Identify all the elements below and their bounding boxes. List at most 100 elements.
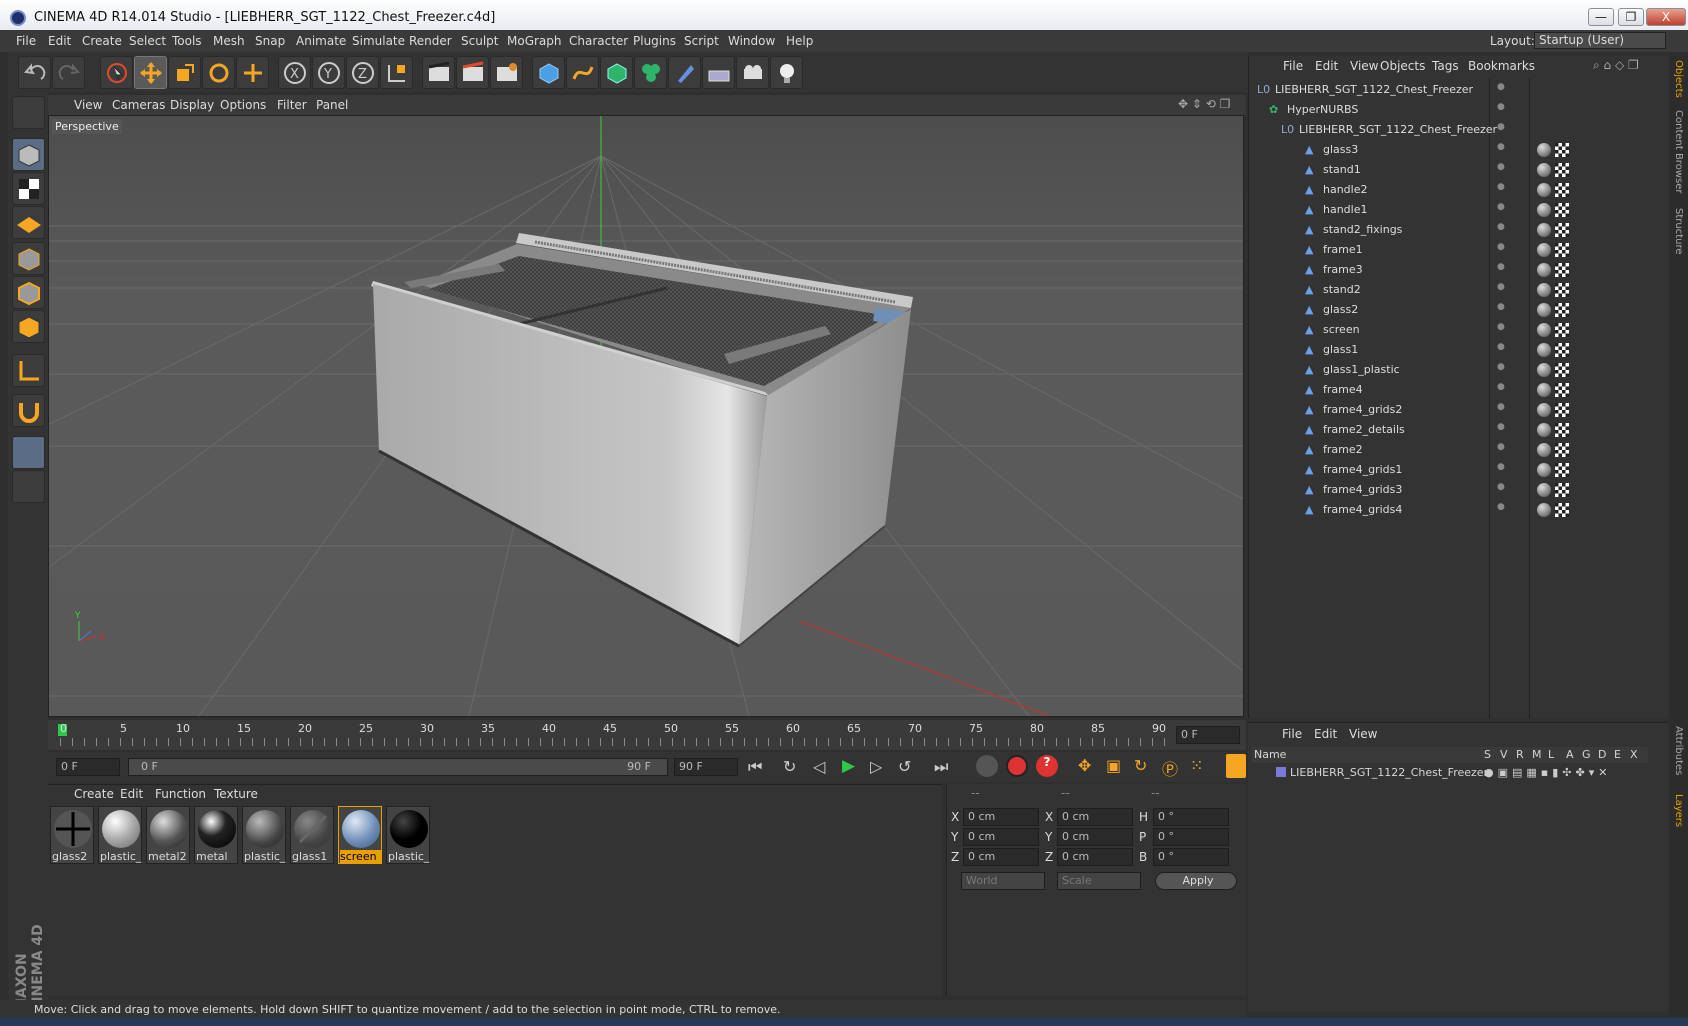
visibility-dot-icon[interactable]: ● <box>1497 502 1505 512</box>
obj-menu-view[interactable]: View <box>1350 59 1378 73</box>
material-swatch[interactable]: glass2 <box>50 806 94 864</box>
render-view-icon[interactable] <box>422 56 455 89</box>
material-tag-icon[interactable] <box>1537 483 1551 497</box>
object-row[interactable]: L0 LIEBHERR_SGT_1122_Chest_Freezer ● <box>1249 120 1669 140</box>
menu-window[interactable]: Window <box>728 34 775 48</box>
menu-character[interactable]: Character <box>569 34 628 48</box>
prev-frame-icon[interactable]: ◁ <box>813 757 825 776</box>
uvw-tag-icon[interactable] <box>1555 263 1569 277</box>
object-row[interactable]: ▲ frame4_grids3 ● <box>1249 480 1669 500</box>
timeline-window-icon[interactable] <box>1226 754 1246 778</box>
viewport-menu-display[interactable]: Display <box>170 98 214 112</box>
add-tool-icon[interactable] <box>236 56 269 89</box>
material-swatch-selected[interactable]: screen <box>338 806 382 864</box>
edges-mode-icon[interactable] <box>12 276 45 309</box>
end-frame-field[interactable]: 90 F <box>674 758 738 776</box>
visibility-dot-icon[interactable]: ● <box>1497 142 1505 152</box>
object-row[interactable]: L0 LIEBHERR_SGT_1122_Chest_Freezer ● <box>1249 80 1669 100</box>
uvw-tag-icon[interactable] <box>1555 483 1569 497</box>
z-axis-icon[interactable]: Z <box>346 56 379 89</box>
visibility-dot-icon[interactable]: ● <box>1497 282 1505 292</box>
object-row[interactable]: ▲ frame1 ● <box>1249 240 1669 260</box>
uvw-tag-icon[interactable] <box>1555 143 1569 157</box>
uvw-tag-icon[interactable] <box>1555 243 1569 257</box>
object-row[interactable]: ▲ glass1_plastic ● <box>1249 360 1669 380</box>
uvw-tag-icon[interactable] <box>1555 443 1569 457</box>
material-tag-icon[interactable] <box>1537 203 1551 217</box>
material-tag-icon[interactable] <box>1537 283 1551 297</box>
obj-menu-bookmarks[interactable]: Bookmarks <box>1468 59 1535 73</box>
object-row[interactable]: ▲ screen ● <box>1249 320 1669 340</box>
3d-viewport[interactable]: Perspective Y X <box>48 115 1244 717</box>
material-tag-icon[interactable] <box>1537 503 1551 517</box>
menu-select[interactable]: Select <box>129 34 166 48</box>
live-selection-icon[interactable] <box>100 56 133 89</box>
object-row[interactable]: ▲ handle2 ● <box>1249 180 1669 200</box>
axis-mode-icon[interactable] <box>12 354 45 387</box>
layer-menu-file[interactable]: File <box>1282 727 1302 741</box>
key-scale-icon[interactable]: ▣ <box>1106 756 1121 775</box>
uvw-tag-icon[interactable] <box>1555 463 1569 477</box>
menu-simulate[interactable]: Simulate <box>352 34 405 48</box>
goto-start-icon[interactable]: ⏮ <box>748 757 762 777</box>
visibility-dot-icon[interactable]: ● <box>1497 102 1505 112</box>
side-tab-content-browser[interactable]: Content Browser <box>1673 110 1684 193</box>
uvw-tag-icon[interactable] <box>1555 403 1569 417</box>
menu-tools[interactable]: Tools <box>172 34 202 48</box>
deformer-icon[interactable] <box>668 56 701 89</box>
material-tag-icon[interactable] <box>1537 463 1551 477</box>
material-tag-icon[interactable] <box>1537 443 1551 457</box>
viewport-menu-panel[interactable]: Panel <box>316 98 348 112</box>
mat-menu-edit[interactable]: Edit <box>120 787 143 801</box>
material-tag-icon[interactable] <box>1537 223 1551 237</box>
menu-render[interactable]: Render <box>409 34 452 48</box>
material-tag-icon[interactable] <box>1537 143 1551 157</box>
visibility-dot-icon[interactable]: ● <box>1497 342 1505 352</box>
visibility-dot-icon[interactable]: ● <box>1497 322 1505 332</box>
menu-create[interactable]: Create <box>82 34 122 48</box>
obj-menu-objects[interactable]: Objects <box>1380 59 1425 73</box>
record-key-icon[interactable] <box>976 755 998 777</box>
object-row[interactable]: ▲ frame4_grids4 ● <box>1249 500 1669 520</box>
layer-menu-edit[interactable]: Edit <box>1314 727 1337 741</box>
material-tag-icon[interactable] <box>1537 423 1551 437</box>
rotation-h-field[interactable]: 0 ° <box>1153 808 1229 826</box>
viewport-menu-options[interactable]: Options <box>220 98 266 112</box>
obj-menu-tags[interactable]: Tags <box>1432 59 1459 73</box>
object-row[interactable]: ▲ frame2_details ● <box>1249 420 1669 440</box>
mograph-cloner-icon[interactable] <box>634 56 667 89</box>
viewport-menu-cameras[interactable]: Cameras <box>112 98 165 112</box>
menu-script[interactable]: Script <box>684 34 719 48</box>
obj-menu-file[interactable]: File <box>1283 59 1303 73</box>
uvw-tag-icon[interactable] <box>1555 283 1569 297</box>
material-swatch[interactable]: plastic_( <box>242 806 286 864</box>
y-axis-icon[interactable]: Y <box>312 56 345 89</box>
close-button[interactable]: X <box>1646 8 1686 26</box>
object-row[interactable]: ▲ glass3 ● <box>1249 140 1669 160</box>
visibility-dot-icon[interactable]: ● <box>1497 402 1505 412</box>
visibility-dot-icon[interactable]: ● <box>1497 482 1505 492</box>
visibility-dot-icon[interactable]: ● <box>1497 422 1505 432</box>
points-mode-icon[interactable] <box>12 242 45 275</box>
object-row[interactable]: ▲ glass1 ● <box>1249 340 1669 360</box>
visibility-dot-icon[interactable]: ● <box>1497 82 1505 92</box>
uvw-tag-icon[interactable] <box>1555 343 1569 357</box>
material-swatch[interactable]: plastic_ <box>98 806 142 864</box>
spline-icon[interactable] <box>566 56 599 89</box>
timeline-ruler[interactable]: 0 5 10 15 20 25 30 35 40 45 50 55 60 65 … <box>48 720 1246 750</box>
visibility-dot-icon[interactable]: ● <box>1497 462 1505 472</box>
menu-sculpt[interactable]: Sculpt <box>461 34 498 48</box>
material-tag-icon[interactable] <box>1537 403 1551 417</box>
key-pla-icon[interactable]: ⁙ <box>1190 756 1203 775</box>
object-row[interactable]: ▲ frame4_grids2 ● <box>1249 400 1669 420</box>
workplane-icon[interactable] <box>12 206 45 239</box>
obj-menu-edit[interactable]: Edit <box>1315 59 1338 73</box>
model-mode-icon[interactable] <box>12 138 45 171</box>
scale-tool-icon[interactable] <box>168 56 201 89</box>
layer-row[interactable]: LIEBHERR_SGT_1122_Chest_Freezer ●▣▤▦▪▮✣✤… <box>1252 765 1648 783</box>
menu-file[interactable]: File <box>16 34 36 48</box>
visibility-dot-icon[interactable]: ● <box>1497 262 1505 272</box>
key-parameter-icon[interactable]: Ⓟ <box>1162 756 1178 780</box>
render-picture-viewer-icon[interactable] <box>456 56 489 89</box>
position-z-field[interactable]: 0 cm <box>963 848 1039 866</box>
